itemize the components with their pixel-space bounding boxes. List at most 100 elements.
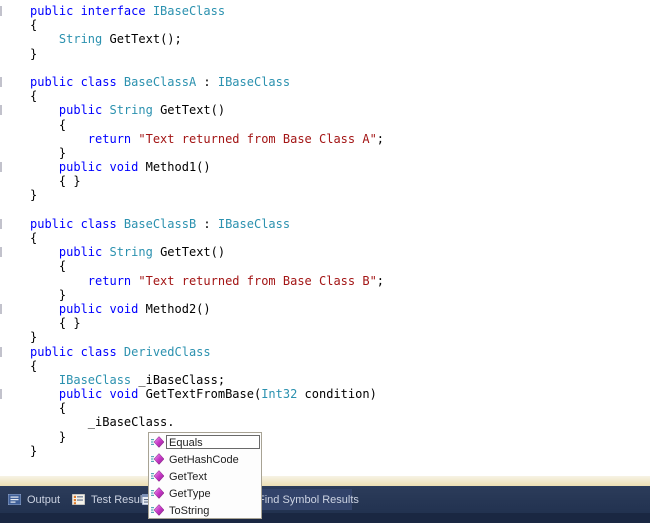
code-line: }: [30, 430, 650, 444]
code-line: public void GetTextFromBase(Int32 condit…: [0, 387, 650, 402]
code-token: ;: [376, 131, 385, 146]
intellisense-popup[interactable]: Equals GetHashCode GetText GetType ToString: [148, 432, 262, 519]
code-line: String GetText();: [30, 32, 650, 46]
code-token: String: [109, 103, 153, 118]
code-line: {: [30, 18, 650, 32]
code-token: public void: [58, 160, 146, 175]
code-token: return: [87, 273, 139, 288]
code-token: {: [30, 401, 67, 416]
code-token: IBaseClass: [58, 372, 132, 387]
code-token: "Text returned from Base Class A": [138, 131, 377, 146]
code-line: public class BaseClassA : IBaseClass: [0, 74, 650, 89]
code-token: {: [30, 231, 38, 245]
method-icon: [149, 452, 166, 465]
completion-item-gettext[interactable]: GetText: [149, 467, 261, 484]
code-line: public interface IBaseClass: [0, 4, 650, 18]
change-tracking-marker: [0, 6, 2, 16]
code-token: GetTextFromBase(: [145, 387, 262, 402]
code-token: String: [58, 32, 103, 47]
panel-tab-output[interactable]: Output: [2, 489, 66, 510]
visual-studio-window: public interface IBaseClass{ String GetT…: [0, 0, 650, 523]
code-token: }: [30, 287, 67, 302]
code-line: public String GetText(): [0, 245, 650, 260]
code-token: public interface: [30, 4, 153, 18]
code-token: {: [30, 117, 67, 132]
code-editor[interactable]: public interface IBaseClass{ String GetT…: [0, 0, 650, 476]
code-token: :: [196, 216, 218, 231]
code-token: _iBaseClass;: [131, 372, 226, 387]
completion-item-gettype[interactable]: GetType: [149, 484, 261, 501]
code-line: public class BaseClassB : IBaseClass: [0, 216, 650, 231]
code-token: Int32: [261, 387, 298, 402]
code-token: :: [196, 74, 218, 89]
code-line: return "Text returned from Base Class B"…: [30, 274, 650, 288]
completion-item-label: Equals: [166, 434, 260, 449]
code-token: }: [30, 443, 38, 458]
code-line: {: [30, 231, 650, 245]
completion-item-tostring[interactable]: ToString: [149, 501, 261, 518]
method-icon: [149, 469, 166, 482]
code-token: IBaseClass: [217, 74, 291, 89]
completion-item-label: GetText: [169, 470, 207, 483]
change-tracking-marker: [0, 303, 2, 314]
code-token: { }: [30, 174, 81, 189]
code-line: }: [30, 146, 650, 160]
code-token: return: [87, 131, 139, 146]
code-line: }: [30, 288, 650, 302]
code-token: BaseClassA: [123, 74, 197, 89]
code-line: public void Method1(): [0, 160, 650, 175]
code-token: {: [30, 259, 67, 274]
change-tracking-marker: [0, 389, 2, 400]
completion-item-gethashcode[interactable]: GetHashCode: [149, 450, 261, 467]
code-token: }: [30, 429, 67, 444]
code-token: {: [30, 358, 38, 373]
code-token: GetText(): [152, 103, 226, 118]
method-icon: [149, 503, 166, 516]
method-icon: [149, 486, 166, 499]
code-line: }: [30, 444, 650, 458]
code-token: BaseClassB: [123, 216, 197, 231]
code-token: { }: [30, 316, 81, 331]
code-line: }: [30, 188, 650, 202]
code-line: public String GetText(): [0, 103, 650, 118]
completion-item-equals[interactable]: Equals: [149, 433, 261, 450]
code-token: DerivedClass: [123, 344, 211, 359]
code-token: IBaseClass: [152, 4, 226, 18]
code-token: }: [30, 46, 38, 61]
change-tracking-marker: [0, 76, 2, 87]
code-token: }: [30, 330, 38, 345]
code-line: {: [30, 359, 650, 373]
completion-item-label: GetType: [169, 487, 211, 500]
method-icon: [149, 435, 166, 448]
code-token: "Text returned from Base Class B": [138, 273, 377, 288]
code-token: {: [30, 18, 38, 33]
code-token: public: [58, 245, 110, 260]
panel-tab-label: Output: [27, 493, 61, 506]
panel-tab-label: Find Symbol Results: [258, 493, 359, 506]
code-token: public class: [30, 216, 124, 231]
change-tracking-marker: [0, 346, 2, 357]
code-content: public interface IBaseClass{ String GetT…: [0, 0, 650, 458]
code-token: Method2(): [145, 301, 211, 316]
test-results-icon: [72, 494, 85, 505]
code-token: public: [58, 103, 110, 118]
completion-item-label: GetHashCode: [169, 453, 239, 466]
panel-bar-lower: [0, 513, 650, 523]
change-tracking-marker: [0, 247, 2, 258]
code-line: _iBaseClass.: [30, 415, 650, 429]
code-line: { }: [30, 174, 650, 188]
code-line: return "Text returned from Base Class A"…: [30, 132, 650, 146]
code-line: }: [30, 47, 650, 61]
change-tracking-marker: [0, 218, 2, 229]
code-token: public class: [30, 344, 124, 359]
